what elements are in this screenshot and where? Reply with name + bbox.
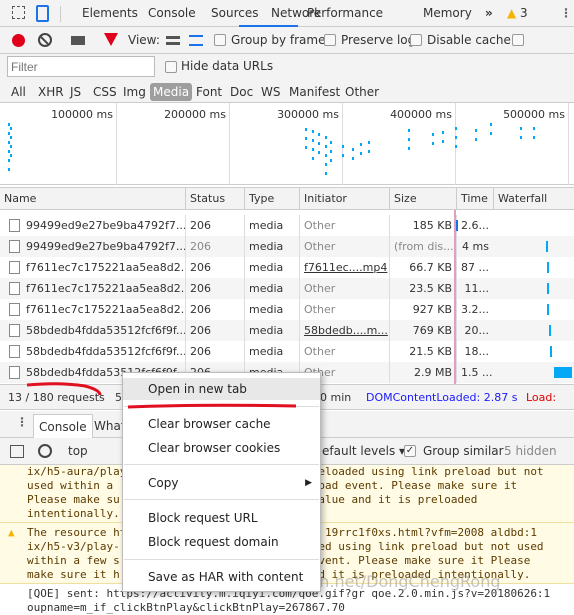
annotation-underline-menu — [127, 403, 297, 409]
red-annotation-marks — [26, 382, 297, 409]
annotation-underline-name — [26, 382, 102, 396]
